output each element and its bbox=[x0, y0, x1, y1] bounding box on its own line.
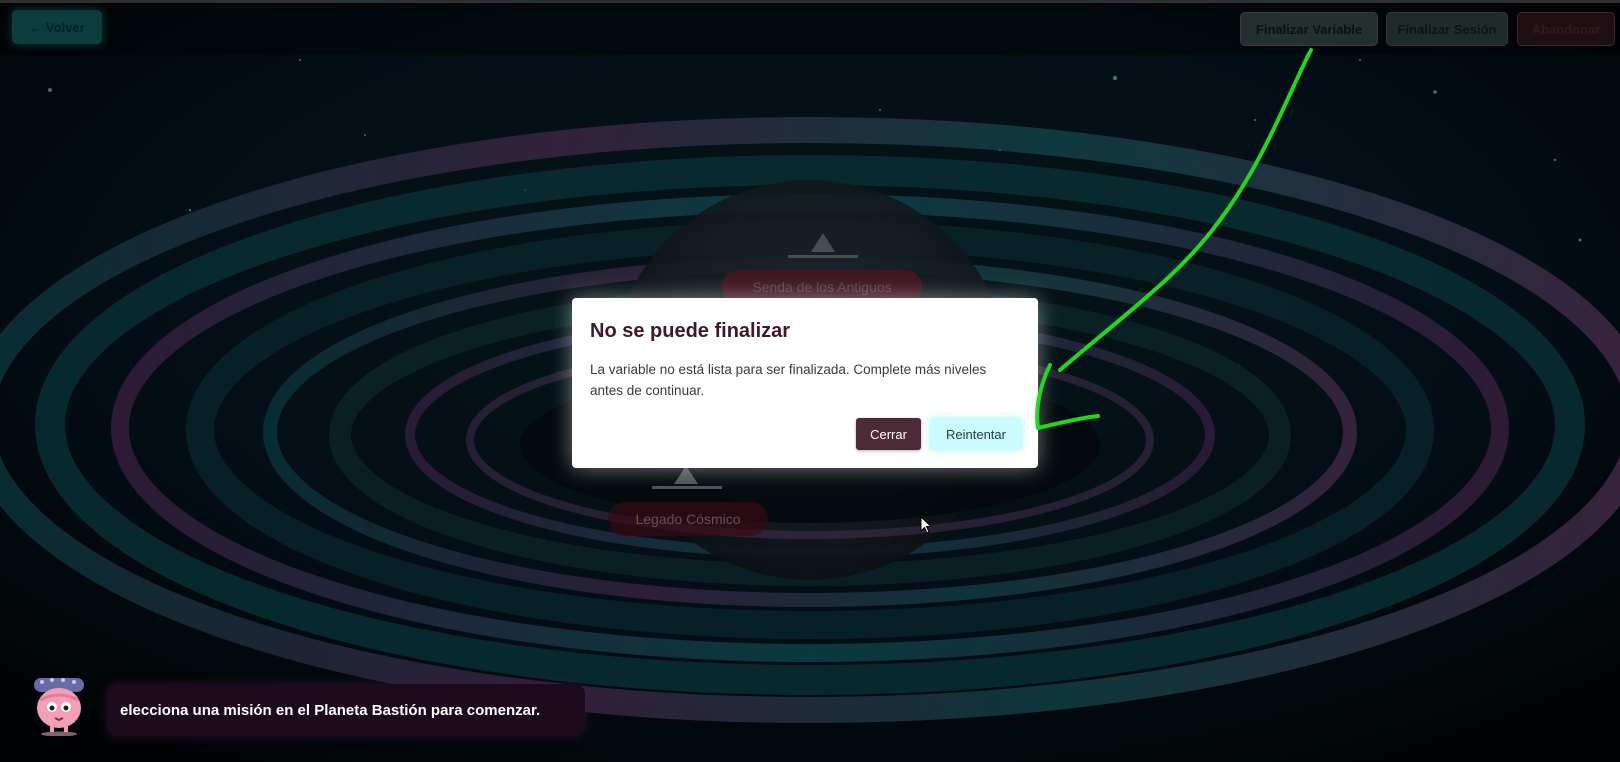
dialog-title: No se puede finalizar bbox=[590, 320, 791, 342]
mascot-avatar bbox=[34, 678, 84, 736]
mouse-cursor-icon bbox=[920, 516, 933, 534]
game-screen: ← Volver Finalizar Variable Finalizar Se… bbox=[0, 0, 1620, 762]
dialog-message: La variable no está lista para ser final… bbox=[590, 362, 987, 398]
guide-message-text: elecciona una misión en el Planeta Basti… bbox=[120, 701, 541, 719]
close-button[interactable]: Cerrar bbox=[856, 418, 921, 450]
retry-button[interactable]: Reintentar bbox=[930, 418, 1022, 450]
error-dialog: No se puede finalizar La variable no est… bbox=[572, 298, 1038, 468]
guide-message-bubble: elecciona una misión en el Planeta Basti… bbox=[107, 684, 585, 736]
